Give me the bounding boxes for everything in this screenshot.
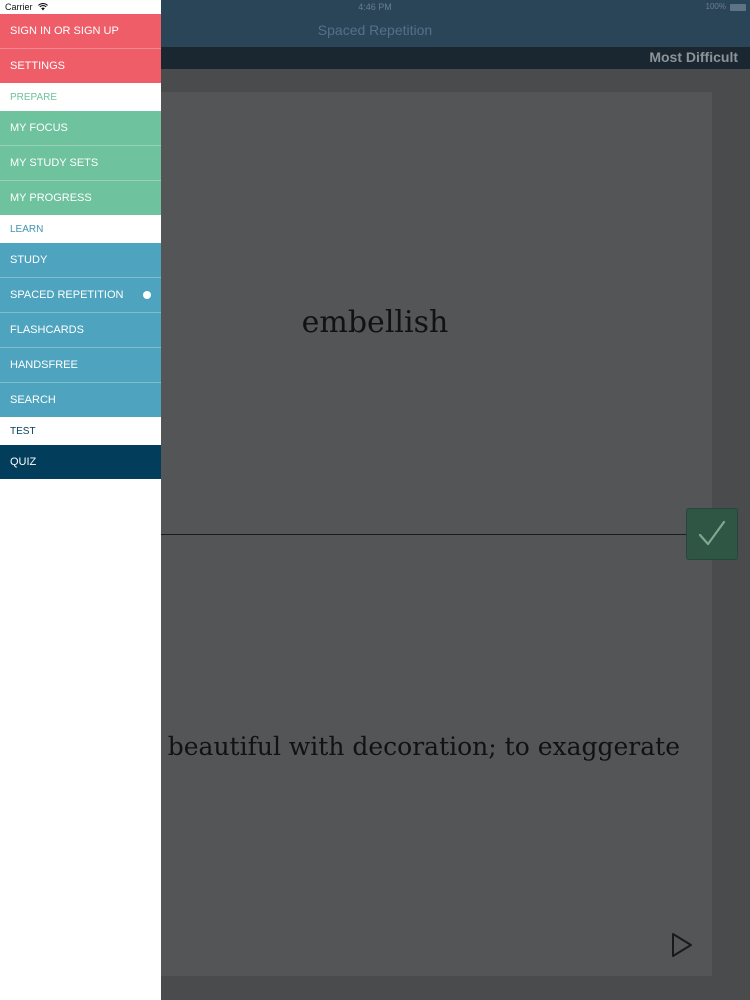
menu-item-flashcards[interactable]: FLASHCARDS bbox=[0, 313, 161, 348]
status-bar: Carrier bbox=[0, 0, 161, 14]
menu-item-search[interactable]: SEARCH bbox=[0, 383, 161, 417]
menu-item-settings[interactable]: SETTINGS bbox=[0, 49, 161, 83]
active-dot bbox=[143, 291, 151, 299]
section-header-learn: LEARN bbox=[0, 215, 161, 243]
menu-item-handsfree[interactable]: HANDSFREE bbox=[0, 348, 161, 383]
card-definition: to make beautiful with decoration; to ex… bbox=[160, 732, 680, 772]
menu-item-spaced-repetition[interactable]: SPACED REPETITION bbox=[0, 278, 161, 313]
menu-item-sign-in[interactable]: SIGN IN OR SIGN UP bbox=[0, 14, 161, 49]
play-audio-button[interactable] bbox=[670, 932, 694, 963]
menu-item-my-study-sets[interactable]: MY STUDY SETS bbox=[0, 146, 161, 181]
menu-item-my-progress[interactable]: MY PROGRESS bbox=[0, 181, 161, 215]
wifi-icon bbox=[38, 3, 49, 11]
section-header-prepare: PREPARE bbox=[0, 83, 161, 111]
card-divider bbox=[160, 534, 688, 535]
mark-known-button[interactable] bbox=[686, 508, 738, 560]
carrier-label: Carrier bbox=[5, 2, 33, 12]
menu-item-quiz[interactable]: QUIZ bbox=[0, 445, 161, 479]
section-header-test: TEST bbox=[0, 417, 161, 445]
status-battery: 100% bbox=[705, 2, 726, 11]
card-definition-text: to make beautiful with decoration; to ex… bbox=[160, 732, 680, 761]
menu-item-label: SPACED REPETITION bbox=[10, 289, 124, 301]
menu-item-study[interactable]: STUDY bbox=[0, 243, 161, 278]
menu-item-my-focus[interactable]: MY FOCUS bbox=[0, 111, 161, 146]
difficulty-filter[interactable]: Most Difficult bbox=[649, 49, 738, 65]
side-menu: Carrier SIGN IN OR SIGN UP SETTINGS PREP… bbox=[0, 0, 161, 1000]
play-icon bbox=[672, 933, 692, 957]
checkmark-icon bbox=[698, 520, 726, 546]
battery-icon bbox=[730, 4, 746, 11]
